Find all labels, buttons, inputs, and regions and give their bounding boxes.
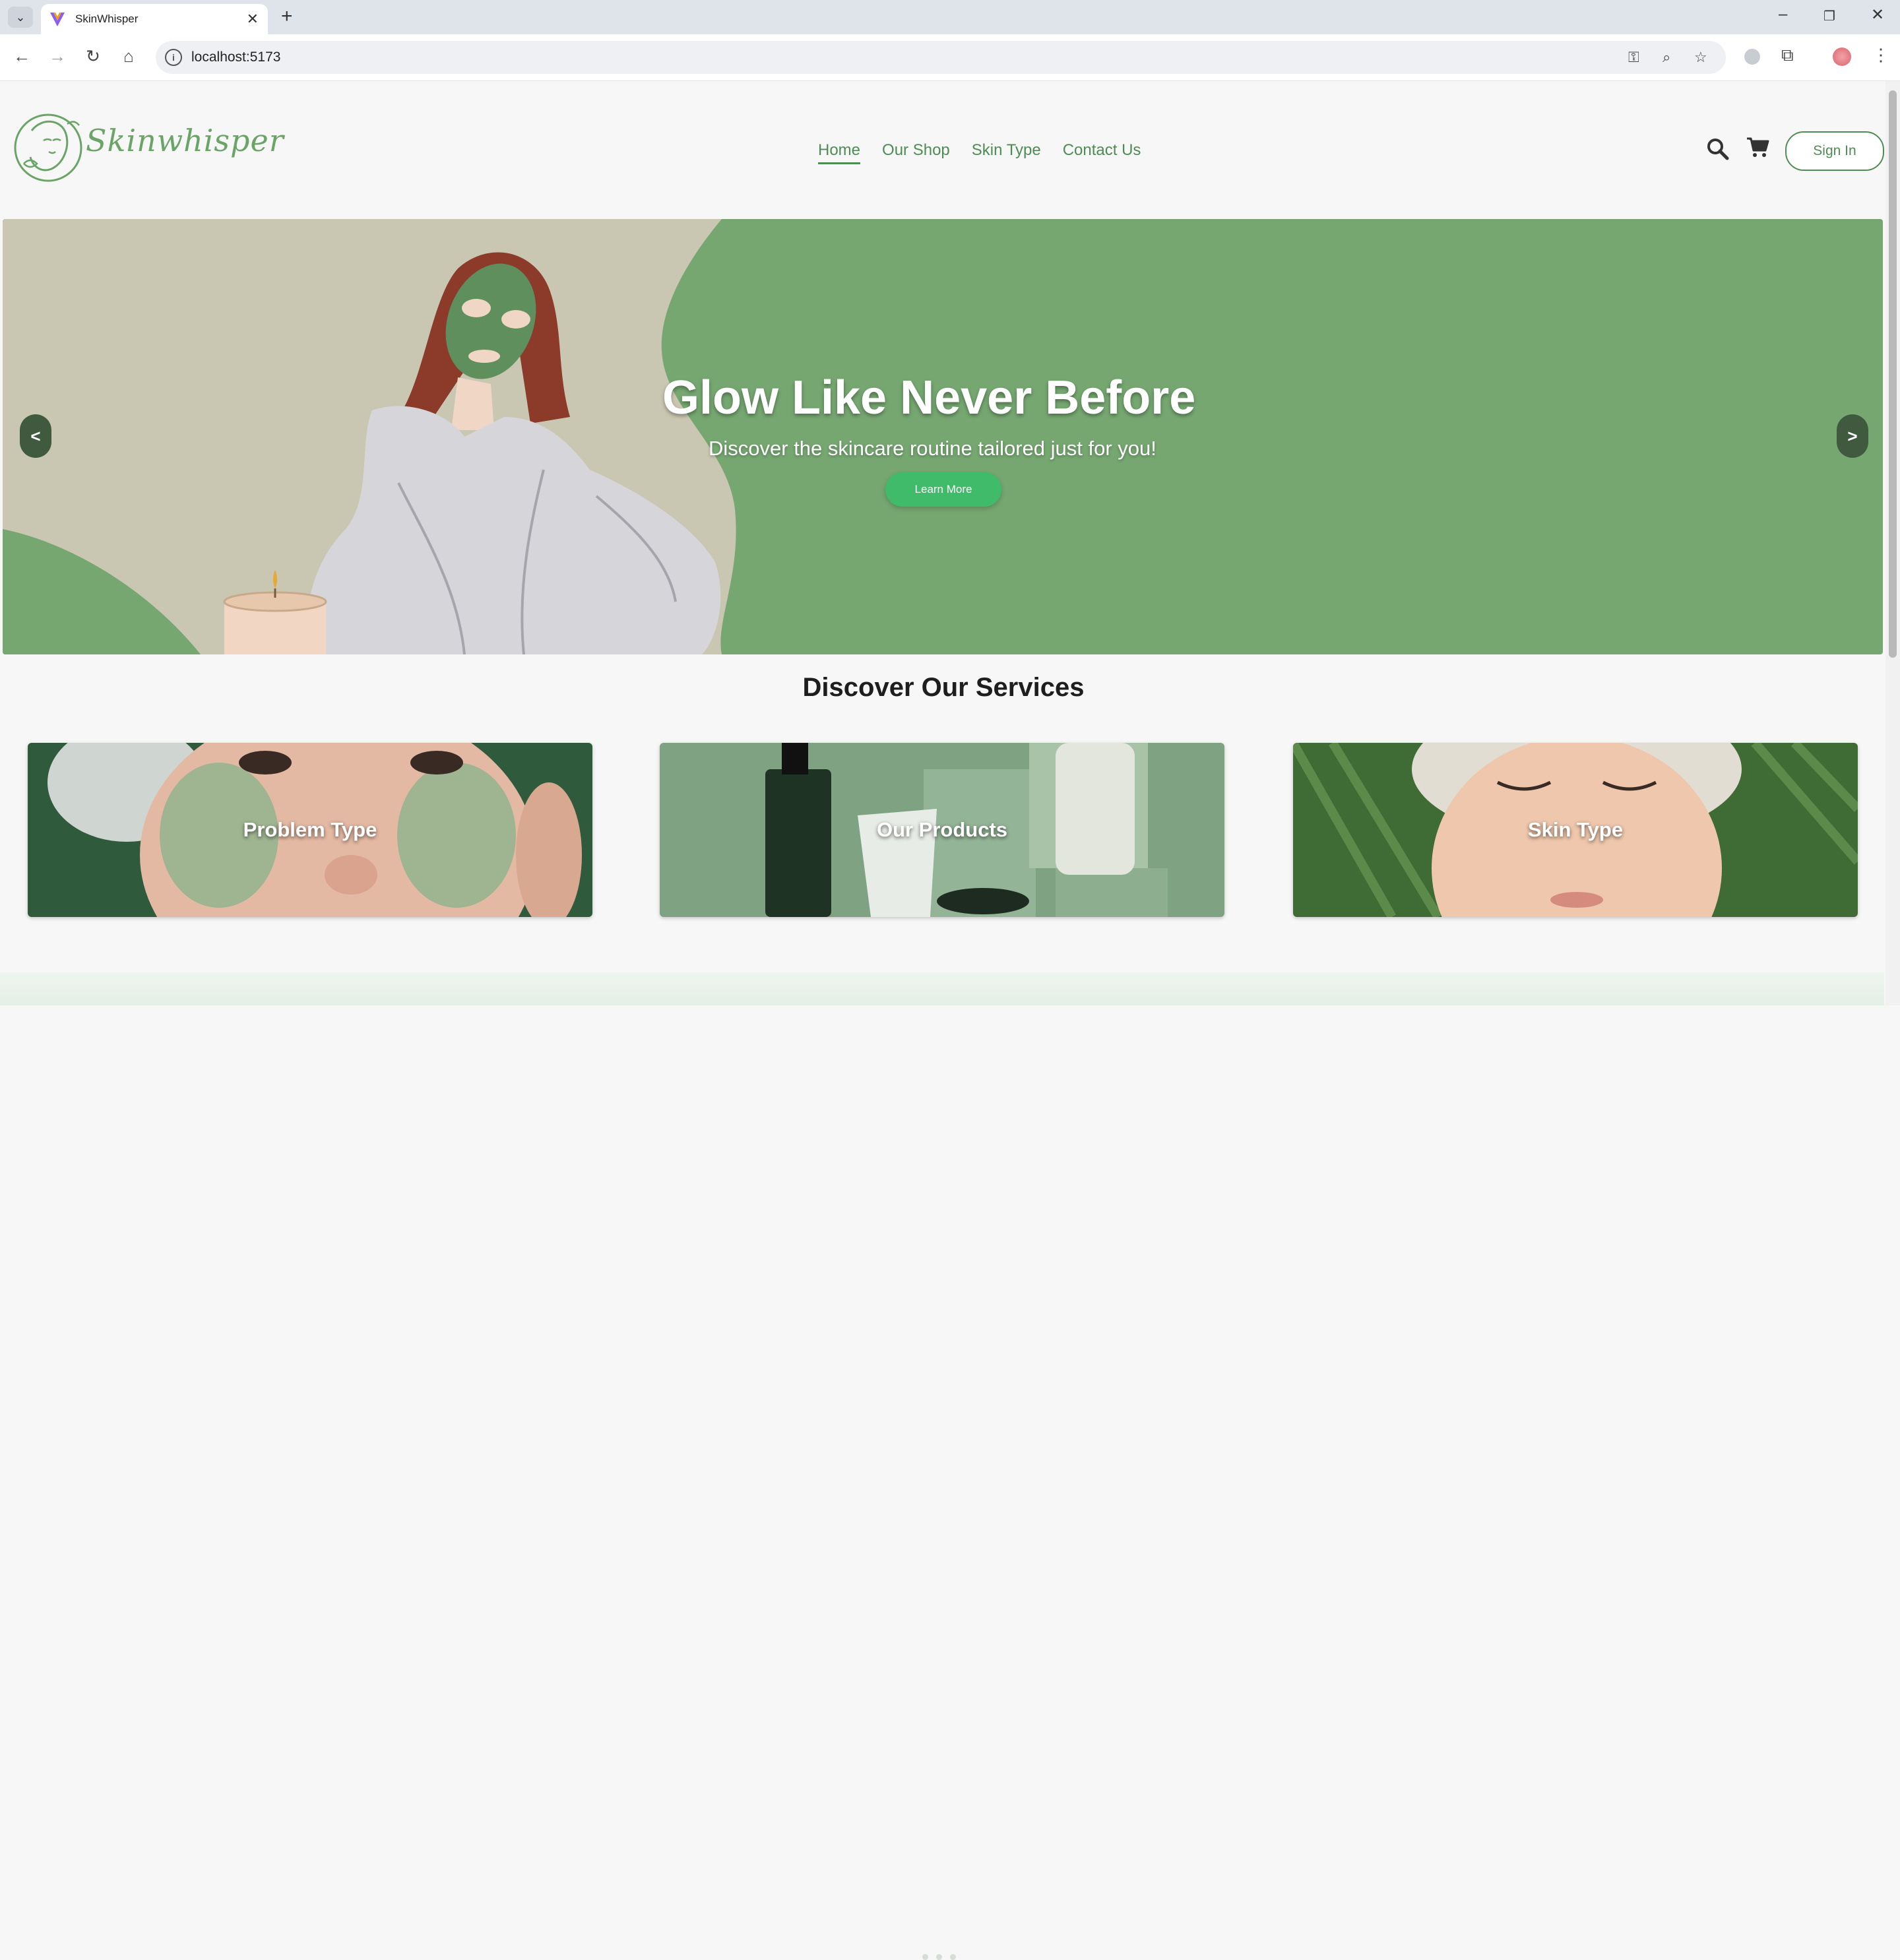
extensions-icon[interactable]: ⧉ [1781, 45, 1794, 66]
page-scrollbar[interactable] [1885, 81, 1900, 1005]
favicon-icon [50, 13, 65, 26]
plus-icon[interactable]: + [281, 5, 293, 28]
sign-in-button[interactable]: Sign In [1785, 131, 1884, 171]
star-icon[interactable]: ☆ [1694, 49, 1707, 66]
logo-icon[interactable] [12, 104, 84, 191]
home-icon[interactable]: ⌂ [117, 46, 140, 67]
hero-carousel: Glow Like Never Before Discover the skin… [3, 219, 1883, 654]
reload-icon[interactable]: ↻ [82, 46, 104, 67]
key-icon[interactable]: ⚿ [1628, 49, 1639, 66]
zoom-icon[interactable]: ⌕ [1662, 49, 1670, 66]
chevron-right-icon: > [1847, 426, 1858, 446]
profile-avatar[interactable] [1833, 47, 1851, 66]
back-icon[interactable]: ← [11, 46, 33, 67]
logo-text[interactable]: Skinwhisper [86, 123, 284, 158]
pagination-dot[interactable] [950, 1954, 956, 1960]
restore-icon[interactable]: ❐ [1823, 8, 1835, 24]
minimize-icon[interactable]: – [1779, 5, 1787, 24]
site-info-icon[interactable]: i [165, 49, 182, 66]
nav-skin-type[interactable]: Skin Type [972, 141, 1041, 164]
service-card-problem-type[interactable]: Problem Type [28, 743, 592, 917]
card-label: Our Products [876, 818, 1008, 841]
search-icon[interactable] [1706, 137, 1730, 161]
pagination-dot[interactable] [922, 1954, 928, 1960]
chevron-down-icon: ⌄ [15, 10, 26, 24]
card-label: Problem Type [243, 818, 377, 841]
pagination-dots [922, 1954, 956, 1960]
nav-contact-us[interactable]: Contact Us [1063, 141, 1141, 164]
service-card-skin-type[interactable]: Skin Type [1293, 743, 1858, 917]
footer-strip [0, 972, 1884, 1960]
browser-toolbar: ← → ↻ ⌂ i localhost:5173 ⚿ ⌕ ☆ ⧉ ⋮ [0, 34, 1900, 81]
card-label: Skin Type [1527, 818, 1624, 841]
address-bar[interactable]: i localhost:5173 ⚿ ⌕ ☆ [156, 41, 1726, 74]
carousel-next-button[interactable]: > [1837, 414, 1868, 458]
cart-icon[interactable] [1746, 136, 1771, 158]
tab-title: SkinWhisper [75, 13, 139, 25]
browser-tab[interactable]: SkinWhisper ✕ [41, 4, 268, 34]
main-nav: Home Our Shop Skin Type Contact Us [818, 141, 1141, 164]
browser-tab-bar: ⌄ SkinWhisper ✕ + – ❐ ✕ [0, 0, 1900, 34]
nav-home[interactable]: Home [818, 141, 861, 164]
pagination-dot[interactable] [936, 1954, 942, 1960]
extension-dot-icon[interactable] [1744, 49, 1760, 65]
url-text: localhost:5173 [191, 49, 281, 65]
service-card-our-products[interactable]: Our Products [660, 743, 1224, 917]
menu-icon[interactable]: ⋮ [1872, 45, 1889, 65]
close-icon[interactable]: ✕ [247, 11, 259, 28]
learn-more-button[interactable]: Learn More [885, 472, 1001, 507]
services-heading: Discover Our Services [802, 673, 1085, 702]
scrollbar-thumb[interactable] [1889, 90, 1897, 658]
forward-icon[interactable]: → [46, 46, 69, 67]
carousel-prev-button[interactable]: < [20, 414, 51, 458]
chevron-left-icon: < [30, 426, 41, 446]
hero-subtitle: Discover the skincare routine tailored j… [709, 437, 1156, 460]
hero-title: Glow Like Never Before [662, 371, 1196, 424]
tab-list-button[interactable]: ⌄ [8, 7, 33, 28]
nav-our-shop[interactable]: Our Shop [882, 141, 950, 164]
window-close-icon[interactable]: ✕ [1871, 5, 1884, 24]
